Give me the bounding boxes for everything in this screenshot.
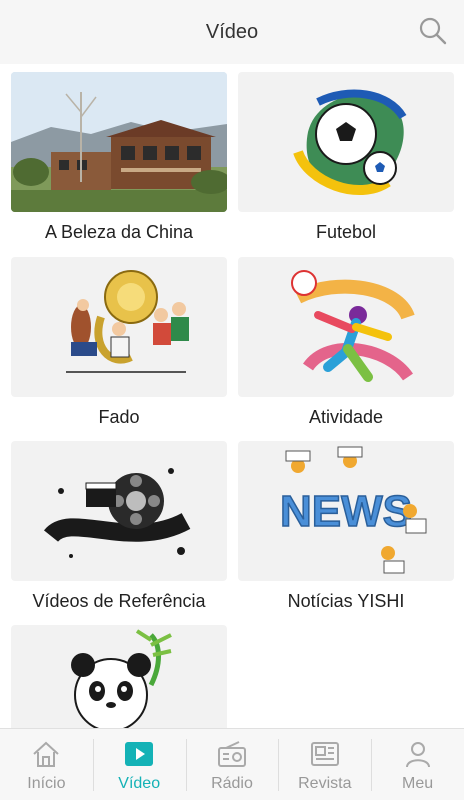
magazine-icon [310,742,339,766]
user-icon [405,742,430,768]
tab-meu[interactable]: Meu [371,729,464,800]
tab-video[interactable]: Vídeo [92,729,186,800]
category-label: Notícias YISHI [287,591,405,611]
category-label: Futebol [315,222,377,242]
tab-label: Revista [298,775,352,792]
category-card-noticias-yishi[interactable]: NEWS Notícias YISHI [238,441,454,612]
category-label: Fado [98,407,140,427]
page-title: Vídeo [205,20,259,43]
radio-icon [217,741,246,767]
tab-label: Rádio [211,775,253,792]
home-icon [33,741,60,767]
search-icon[interactable] [418,16,448,46]
video-play-icon [125,742,154,766]
svg-text:NEWS: NEWS [280,487,412,536]
tab-label: Início [27,775,66,792]
bottom-tab-bar: Início Vídeo Rádio Revista Meu [0,728,464,800]
category-label: Atividade [308,407,384,427]
music-band-thumbnail [11,257,227,397]
tab-radio[interactable]: Rádio [185,729,279,800]
category-card-videos-de-referencia[interactable]: Vídeos de Referência [11,441,227,612]
category-label: Vídeos de Referência [32,591,206,611]
category-card-a-beleza-da-china[interactable]: A Beleza da China [11,72,227,243]
film-reel-thumbnail [11,441,227,581]
category-label: A Beleza da China [44,222,194,242]
tab-revista[interactable]: Revista [278,729,371,800]
tab-inicio[interactable]: Início [0,729,93,800]
news-thumbnail: NEWS [238,441,454,581]
tab-label: Meu [402,775,434,792]
football-thumbnail [238,72,454,212]
category-card-panda[interactable] [11,625,227,728]
category-card-atividade[interactable]: Atividade [238,257,454,428]
panda-thumbnail [11,625,227,728]
category-card-fado[interactable]: Fado [11,257,227,428]
activity-thumbnail [238,257,454,397]
category-grid: A Beleza da China Futebol Fado Atividade… [0,64,464,728]
category-card-futebol[interactable]: Futebol [238,72,454,243]
top-bar: Vídeo [0,0,464,64]
tab-label: Vídeo [118,775,161,792]
house-photo-thumbnail [11,72,227,212]
